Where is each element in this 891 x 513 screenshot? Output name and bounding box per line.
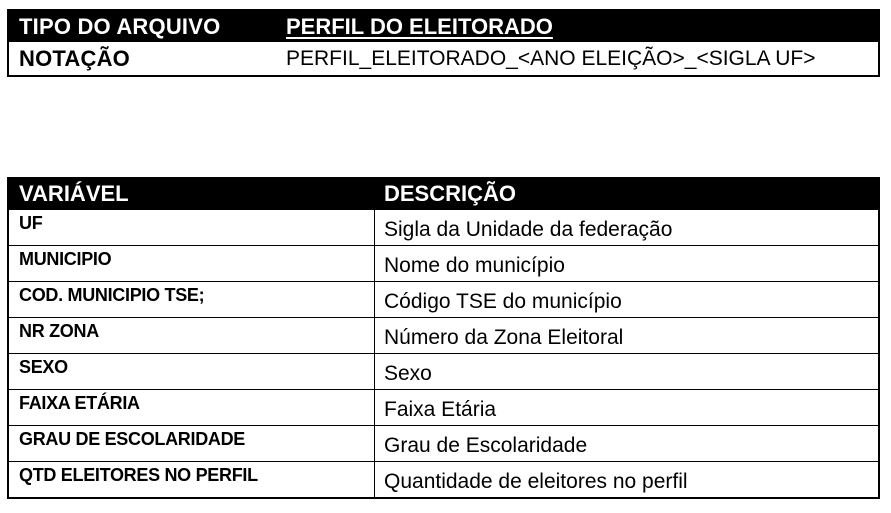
table-row: SEXO Sexo	[9, 353, 878, 389]
variable-name: SEXO	[9, 354, 375, 389]
file-type-table: TIPO DO ARQUIVO PERFIL DO ELEITORADO NOT…	[7, 9, 880, 77]
variable-name: NR ZONA	[9, 318, 375, 353]
variable-description: Número da Zona Eleitoral	[384, 326, 624, 349]
notation-value: PERFIL_ELEITORADO_<ANO ELEIÇÃO>_<SIGLA U…	[286, 46, 816, 70]
notation-label: NOTAÇÃO	[19, 45, 130, 71]
variable-description: Sigla da Unidade da federação	[384, 218, 673, 241]
variable-description: Código TSE do município	[384, 290, 622, 313]
file-type-label: TIPO DO ARQUIVO	[19, 13, 221, 39]
file-type-row: TIPO DO ARQUIVO PERFIL DO ELEITORADO	[9, 11, 878, 42]
variables-table: VARIÁVEL DESCRIÇÃO UF Sigla da Unidade d…	[7, 177, 880, 499]
table-row: GRAU DE ESCOLARIDADE Grau de Escolaridad…	[9, 425, 878, 461]
variable-column-header: VARIÁVEL	[19, 181, 129, 206]
description-column-header: DESCRIÇÃO	[384, 181, 517, 206]
variables-table-header: VARIÁVEL DESCRIÇÃO	[9, 179, 878, 209]
table-row: FAIXA ETÁRIA Faixa Etária	[9, 389, 878, 425]
variable-name: FAIXA ETÁRIA	[9, 390, 375, 425]
variable-description: Sexo	[384, 362, 432, 385]
table-row: UF Sigla da Unidade da federação	[9, 209, 878, 245]
table-row: QTD ELEITORES NO PERFIL Quantidade de el…	[9, 461, 878, 497]
variable-name: MUNICIPIO	[9, 246, 375, 281]
variable-name: UF	[9, 210, 375, 245]
table-row: MUNICIPIO Nome do município	[9, 245, 878, 281]
table-row: NR ZONA Número da Zona Eleitoral	[9, 317, 878, 353]
notation-row: NOTAÇÃO PERFIL_ELEITORADO_<ANO ELEIÇÃO>_…	[9, 42, 878, 75]
variable-name: GRAU DE ESCOLARIDADE	[9, 426, 375, 461]
variable-name: QTD ELEITORES NO PERFIL	[9, 462, 375, 497]
file-type-value: PERFIL DO ELEITORADO	[286, 13, 553, 39]
variable-name: COD. MUNICIPIO TSE;	[9, 282, 375, 317]
variable-description: Grau de Escolaridade	[384, 434, 588, 457]
variable-description: Nome do município	[384, 254, 565, 277]
table-row: COD. MUNICIPIO TSE; Código TSE do municí…	[9, 281, 878, 317]
variable-description: Quantidade de eleitores no perfil	[384, 470, 688, 493]
variable-description: Faixa Etária	[384, 398, 497, 421]
